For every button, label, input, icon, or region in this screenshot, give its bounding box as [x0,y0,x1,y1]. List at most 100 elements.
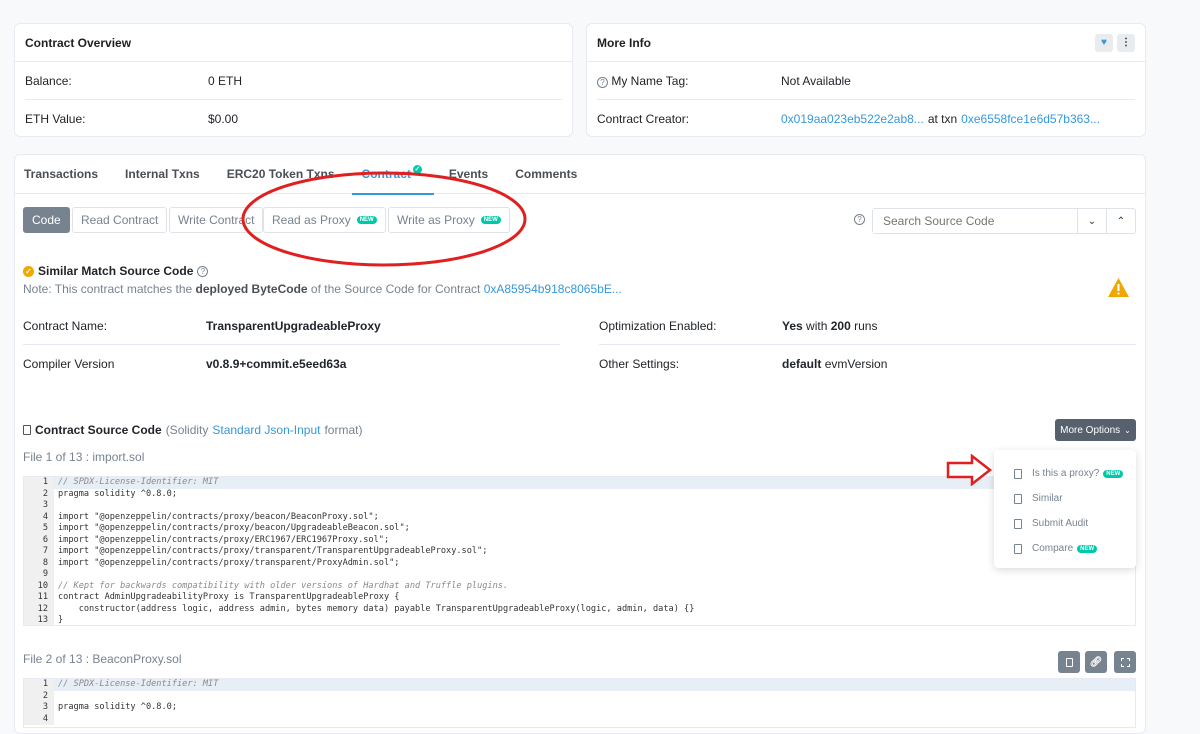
line-number: 10 [24,580,54,592]
note-bold: deployed ByteCode [195,282,308,296]
balance-label: Balance: [25,73,72,88]
help-icon[interactable]: ? [597,76,608,88]
main-card [14,154,1146,734]
read-contract-button[interactable]: Read Contract [72,207,168,233]
code-text: import "@openzeppelin/contracts/proxy/ER… [58,534,390,545]
more-options-dropdown: Is this a proxy? NEW Similar Submit Audi… [994,450,1136,568]
line-number: 4 [24,511,54,523]
source-code-header: Contract Source Code (Solidity Standard … [23,423,362,437]
dropdown-item-similar[interactable]: Similar [994,486,1136,511]
name-tag-value: Not Available [781,73,851,88]
code-text: import "@openzeppelin/contracts/proxy/be… [58,523,410,533]
line-number: 3 [24,500,54,512]
expand-icon [1120,657,1130,667]
code-editor-2[interactable]: 1 // SPDX-License-Identifier: MIT 2 3 pragma… [23,678,1136,728]
other-settings-label: Other Settings: [599,357,680,371]
code-text: contract AdminUpgradeabilityProxy is Tra… [58,592,400,602]
eth-value: $0.00 [208,112,239,126]
tab-transactions[interactable]: Transactions [24,154,98,194]
tab-internal-txns[interactable]: Internal Txns [125,154,200,194]
fullscreen-button[interactable] [1114,651,1136,673]
file1-label: File 1 of 13 : import.sol [23,450,145,464]
line-number: 1 [24,679,54,691]
code-line: 9 [24,569,1135,581]
code-text: // SPDX-License-Identifier: MIT [58,679,219,689]
code-button-label: Code [32,213,61,227]
details-left: Contract Name: TransparentUpgradeablePro… [23,307,560,383]
source-lang-prefix: (Solidity [165,423,209,437]
help-icon[interactable]: ? [197,265,209,277]
dropdown-item-compare-label: Compare [1032,543,1074,554]
dropdown-item-similar-label: Similar [1032,493,1063,504]
copy-icon [1065,657,1073,667]
code-line: 3 [24,500,1135,512]
line-number: 8 [24,557,54,569]
dropdown-item-compare[interactable]: Compare NEW [994,536,1136,561]
creator-address-link[interactable]: 0x019aa023eb522e2ab8... [781,112,924,126]
code-text: } [58,615,64,625]
line-number: 7 [24,546,54,558]
line-number: 6 [24,534,54,546]
standard-json-input-link[interactable]: Standard Json-Input [212,423,320,437]
heart-icon[interactable]: ♥ [1095,33,1113,52]
optimization-value: Yes with 200 runs [782,319,877,333]
line-number: 13 [24,615,54,625]
code-line: 4 [24,713,1135,726]
contract-overview-title: Contract Overview [25,35,132,50]
check-circle-icon: ✓ [23,265,34,277]
chevron-down-icon[interactable]: ⌄ [1077,209,1106,233]
name-tag-label: My Name Tag: [611,73,689,88]
creator-label: Contract Creator: [597,112,690,126]
similar-match-title: ✓ Similar Match Source Code ? [23,264,209,278]
contract-name-value: TransparentUpgradeableProxy [206,318,381,333]
similar-contract-link[interactable]: 0xA85954b918c8065bE... [484,282,622,296]
search-help-icon[interactable]: ? [854,214,865,225]
dropdown-item-is-proxy[interactable]: Is this a proxy? NEW [994,461,1136,486]
code-line: 1 // SPDX-License-Identifier: MIT [24,679,1135,691]
optimization-runs: 200 [830,318,851,333]
more-vertical-icon[interactable]: ⋮ [1117,33,1135,52]
creator-txn-link[interactable]: 0xe6558fce1e6d57b363... [961,112,1100,126]
code-line: 5 import "@openzeppelin/contracts/proxy/b… [24,523,1135,535]
line-number: 3 [24,702,54,714]
search-input[interactable] [873,209,1077,233]
code-line: 13} [24,615,1135,625]
file-icon [23,425,31,435]
file-icon [1014,493,1022,504]
at-txn-label: at txn [927,112,958,126]
file-icon [1014,543,1022,554]
note-prefix: Note: This contract matches the [23,282,193,296]
file2-label: File 2 of 13 : BeaconProxy.sol [23,652,182,666]
code-text: pragma solidity ^0.8.0; [58,702,177,712]
red-ellipse-annotation [241,171,527,267]
code-line: 3 pragma solidity ^0.8.0; [24,702,1135,714]
line-number: 5 [24,523,54,535]
code-text: import "@openzeppelin/contracts/proxy/tr… [58,546,488,556]
code-text: constructor(address logic, address admin… [58,603,695,614]
code-editor-1[interactable]: 1 // SPDX-License-Identifier: MIT 2 pragma … [23,476,1136,626]
code-text: import "@openzeppelin/contracts/proxy/tr… [58,557,400,568]
more-options-label: More Options [1060,424,1121,436]
line-number: 11 [24,592,54,604]
new-badge: NEW [1103,469,1124,478]
code-line: 8 import "@openzeppelin/contracts/proxy/t… [24,557,1135,569]
similar-match-note: Note: This contract matches the deployed… [23,282,622,296]
link-button[interactable]: 🔗︎ [1085,651,1107,673]
dropdown-item-submit-audit[interactable]: Submit Audit [994,511,1136,536]
warning-icon [1108,278,1129,297]
dropdown-item-submit-audit-label: Submit Audit [1032,518,1089,529]
code-line: 4 import "@openzeppelin/contracts/proxy/b… [24,511,1135,523]
details-right: Optimization Enabled: Yes with 200 runs … [599,307,1136,383]
copy-button[interactable] [1058,651,1080,673]
red-arrow-annotation [946,454,993,486]
code-text: // SPDX-License-Identifier: MIT [58,477,219,487]
code-line: 10 // Kept for backwards compatibility wi… [24,580,1135,592]
more-options-button[interactable]: More Options ⌄ [1055,419,1136,441]
code-button[interactable]: Code [23,207,70,233]
chevron-up-icon[interactable]: ⌃ [1106,209,1135,233]
other-settings-value: default evmVersion [782,357,887,371]
line-number: 9 [24,569,54,581]
